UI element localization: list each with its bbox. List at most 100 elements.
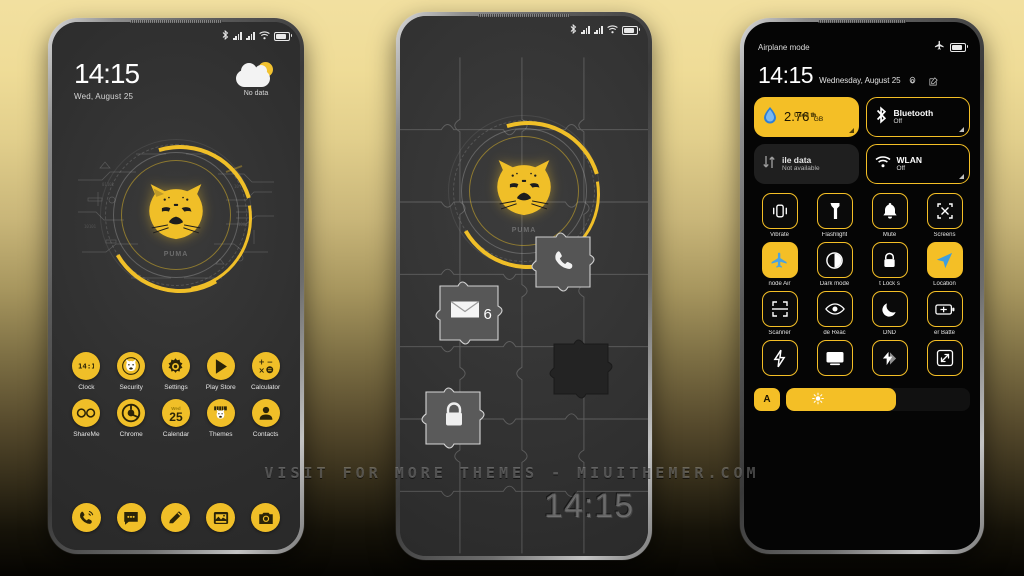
message-bubble-icon [116, 503, 146, 532]
play-store-icon [206, 352, 235, 380]
data-usage-tile[interactable]: h Used th 2.76 GB [754, 97, 859, 137]
data-drop-icon [762, 106, 778, 129]
app-chrome[interactable]: Chrome [109, 399, 154, 438]
airplane-icon [934, 38, 945, 56]
home-clock-date: Wed, August 25 [74, 92, 134, 101]
themes-icon [206, 399, 235, 427]
tiger-head-icon [149, 184, 203, 240]
edit-pencil-icon[interactable] [928, 74, 939, 86]
qs-mute[interactable]: Mute [864, 193, 915, 238]
dock-notes[interactable] [154, 503, 199, 532]
pencil-icon [161, 503, 191, 532]
control-center-statusbar: Airplane mode [754, 22, 970, 56]
bluetooth-tile[interactable]: Bluetooth Off [865, 97, 970, 137]
wlan-tile-title: WLAN [896, 154, 923, 165]
qs-battery-saver[interactable]: er Batte [919, 291, 970, 336]
wlan-tile[interactable]: WLAN Off [865, 144, 970, 184]
calculator-icon: + − × [251, 352, 280, 380]
app-label: Contacts [252, 431, 279, 438]
app-label: Themes [209, 431, 233, 438]
qs-dark-mode[interactable]: Dark mode [809, 242, 860, 287]
hud-wordmark: PUMA [163, 251, 189, 258]
dock-messages[interactable] [109, 503, 154, 532]
app-label: ShareMe [73, 431, 100, 438]
home-clock-time: 14:15 [74, 58, 140, 89]
gear-icon[interactable] [907, 74, 918, 85]
app-security[interactable]: Security [109, 352, 154, 391]
chrome-icon [117, 399, 146, 427]
app-shareme[interactable]: ShareMe [64, 399, 109, 438]
security-tiger-icon [117, 352, 146, 380]
qs-location[interactable]: Location [919, 242, 970, 287]
moon-icon [871, 291, 908, 327]
ultra-battery-icon [871, 340, 908, 376]
tile-expand-corner[interactable] [959, 174, 964, 179]
location-arrow-icon [926, 242, 963, 278]
battery-saver-icon [926, 291, 963, 327]
phone-device-1: 14:15 Wed, August 25 No data 01101 10101… [48, 18, 304, 554]
dock-phone[interactable] [64, 503, 109, 532]
signal-bars-icon-2 [594, 26, 603, 34]
phone-3-screen: Airplane mode 14:15 Wednesday, August 25 [744, 22, 980, 550]
lockscreen: PUMA 6 14:15 [400, 16, 648, 556]
app-label: Settings [164, 384, 188, 391]
qs-lock-screen[interactable]: t Lock s [864, 242, 915, 287]
auto-brightness-button[interactable]: A [754, 388, 780, 411]
big-tiles-group: h Used th 2.76 GB Bluetooth Off ile data… [754, 97, 970, 184]
qs-dnd[interactable]: DND [864, 291, 915, 336]
app-label: Security [119, 384, 143, 391]
qs-lightning[interactable] [754, 340, 805, 379]
screenshot-stage: 14:15 Wed, August 25 No data 01101 10101… [0, 0, 1024, 576]
qs-label: Dark mode [819, 281, 850, 287]
bluetooth-tile-subtitle: Off [893, 118, 903, 126]
mail-badge-count: 6 [483, 306, 492, 323]
qs-label: er Batte [933, 330, 955, 336]
qs-airplane-mode[interactable]: node Air [754, 242, 805, 287]
app-label: Calculator [250, 384, 281, 391]
gallery-icon [206, 503, 236, 532]
dock-gallery[interactable] [198, 503, 243, 532]
tile-expand-corner[interactable] [848, 128, 854, 133]
qs-label: Mute [882, 232, 897, 238]
qs-flashlight[interactable]: Flashlight [809, 193, 860, 238]
weather-widget[interactable]: No data [228, 62, 284, 97]
qs-scanner[interactable]: Scanner [754, 291, 805, 336]
qs-label: Location [933, 281, 956, 287]
app-play-store[interactable]: Play Store [198, 352, 243, 391]
phone-icon [551, 247, 577, 278]
puzzle-piece-mail[interactable]: 6 [432, 278, 510, 348]
control-center: Airplane mode 14:15 Wednesday, August 25 [744, 22, 980, 550]
qs-cast-screen[interactable] [809, 340, 860, 379]
app-themes[interactable]: Themes [198, 399, 243, 438]
app-calculator[interactable]: + − × Calculator [243, 352, 288, 391]
qs-label: node Air [768, 281, 791, 287]
puzzle-piece-phone[interactable] [528, 231, 600, 297]
qs-label: de Reac [823, 330, 846, 336]
qs-screenshot[interactable]: Screens [919, 193, 970, 238]
qs-label: Screens [933, 232, 956, 238]
qs-ultra-battery[interactable] [864, 340, 915, 379]
gear-icon [161, 352, 190, 380]
mobile-data-tile[interactable]: ile data Not available [754, 144, 859, 184]
qs-vibrate[interactable]: Vibrate [754, 193, 805, 238]
camera-icon [251, 503, 281, 532]
app-clock[interactable]: 14:15 Clock [64, 352, 109, 391]
airplane-icon [761, 242, 798, 278]
tile-expand-corner[interactable] [959, 127, 964, 132]
puzzle-piece-lock[interactable] [418, 384, 490, 452]
qs-reading-mode[interactable]: de Reac [809, 291, 860, 336]
lock-icon [443, 401, 465, 432]
qs-expand[interactable] [919, 340, 970, 379]
bell-icon [871, 193, 908, 229]
dock-camera[interactable] [243, 503, 288, 532]
svg-text:14:15: 14:15 [78, 362, 94, 371]
weather-status-label: No data [243, 90, 269, 97]
app-contacts[interactable]: Contacts [243, 399, 288, 438]
bluetooth-icon [570, 23, 577, 36]
data-usage-values: h Used th 2.76 GB [784, 108, 823, 126]
lockscreen-clock: 14:15 [543, 487, 634, 525]
app-settings[interactable]: Settings [154, 352, 199, 391]
app-calendar[interactable]: Wed 25 Calendar [154, 399, 199, 438]
app-label: Calendar [162, 431, 190, 438]
brightness-slider[interactable] [786, 388, 970, 411]
